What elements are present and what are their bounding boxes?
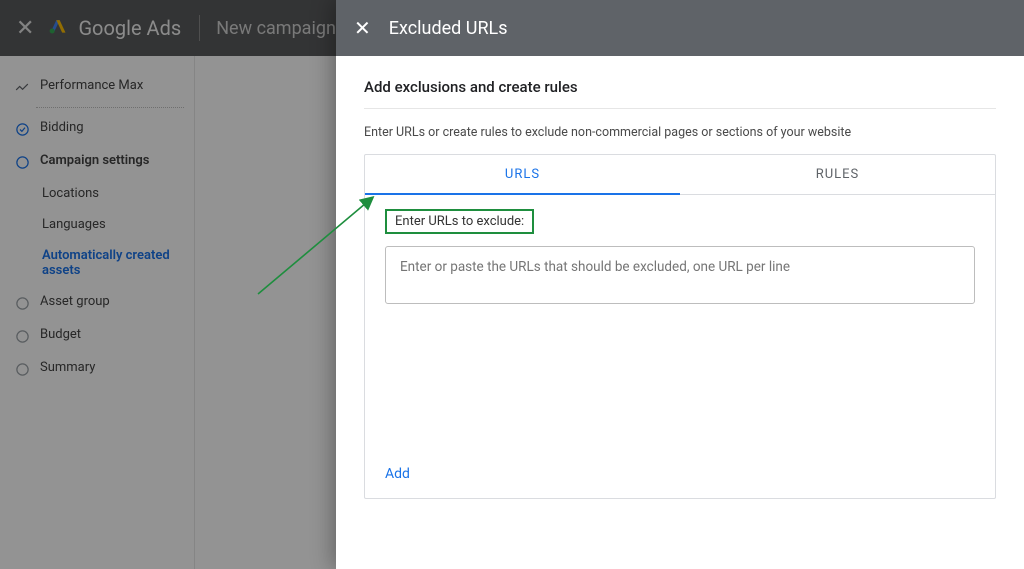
enter-urls-label: Enter URLs to exclude: — [385, 209, 534, 234]
tab-rules[interactable]: RULES — [680, 155, 995, 194]
close-panel-icon[interactable]: ✕ — [354, 16, 371, 40]
panel-description: Enter URLs or create rules to exclude no… — [364, 125, 996, 140]
panel-title: Excluded URLs — [389, 18, 508, 39]
url-exclusion-input[interactable] — [385, 246, 975, 304]
tab-urls[interactable]: URLS — [365, 155, 680, 194]
panel-subtitle: Add exclusions and create rules — [364, 78, 996, 96]
tabs: URLS RULES — [365, 155, 995, 195]
card-content: Enter URLs to exclude: Add — [365, 195, 995, 498]
exclusion-card: URLS RULES Enter URLs to exclude: Add — [364, 154, 996, 499]
divider — [364, 108, 996, 109]
panel-header: ✕ Excluded URLs — [336, 0, 1024, 56]
excluded-urls-panel: ✕ Excluded URLs Add exclusions and creat… — [336, 0, 1024, 569]
add-button[interactable]: Add — [385, 454, 975, 488]
panel-body: Add exclusions and create rules Enter UR… — [336, 56, 1024, 569]
